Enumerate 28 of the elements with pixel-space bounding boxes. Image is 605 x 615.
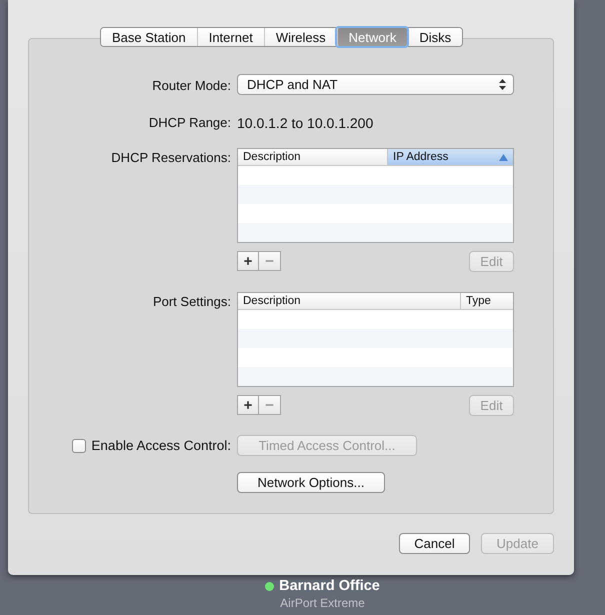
field-label: Router Mode: <box>151 77 231 95</box>
tab[interactable]: Wireless <box>264 28 337 46</box>
status-dot-icon <box>265 582 274 590</box>
sort-ascending-icon <box>499 154 508 160</box>
device-name: Barnard Office <box>279 578 380 594</box>
field-label: DHCP Range: <box>148 115 231 131</box>
add-button[interactable]: + <box>237 251 259 271</box>
dhcp-range-value: 10.0.1.2 to 10.0.1.200 <box>237 115 374 131</box>
table-row[interactable] <box>238 223 513 242</box>
table-row[interactable] <box>238 329 513 348</box>
table-row[interactable] <box>238 185 513 204</box>
column-header[interactable]: Type <box>461 293 513 309</box>
column-header[interactable]: Description <box>238 293 461 309</box>
router-mode-dropdown[interactable]: DHCP and NAT <box>237 74 514 95</box>
tab[interactable]: Base Station <box>101 28 197 46</box>
tab[interactable]: Internet <box>196 28 264 46</box>
field-label: Port Settings: <box>152 293 231 311</box>
checkbox-label: Enable Access Control: <box>91 438 231 453</box>
device-model: AirPort Extreme <box>280 596 365 610</box>
stepper-arrows-icon <box>499 79 506 90</box>
dialog-button[interactable]: Cancel <box>399 533 470 554</box>
column-header[interactable]: IP Address <box>388 149 513 165</box>
add-button[interactable]: + <box>237 395 259 415</box>
network-options-button[interactable]: Network Options... <box>237 472 385 493</box>
tab[interactable]: Disks <box>407 28 462 46</box>
field-label: DHCP Reservations: <box>110 149 231 167</box>
table-row[interactable] <box>238 367 513 386</box>
checkbox[interactable] <box>72 438 86 452</box>
